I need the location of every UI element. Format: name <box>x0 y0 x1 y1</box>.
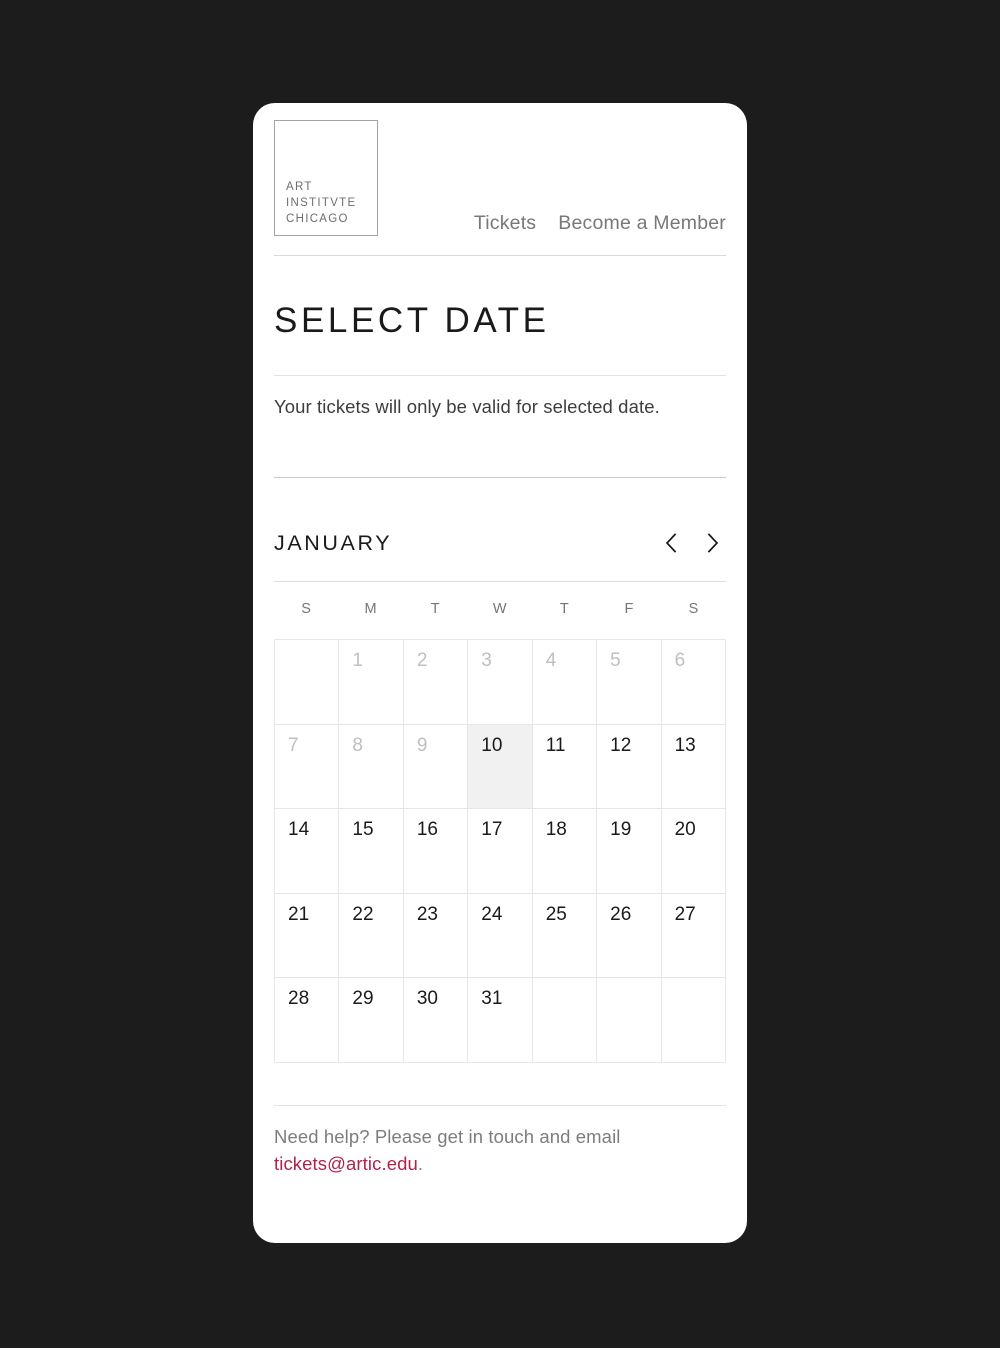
site-header: ART INSTITVTE CHICAGO Tickets Become a M… <box>274 120 726 260</box>
calendar-day-6: 6 <box>661 640 726 725</box>
ticketing-card: ART INSTITVTE CHICAGO Tickets Become a M… <box>253 103 747 1243</box>
calendar-day-2: 2 <box>403 640 469 725</box>
intro-divider <box>274 477 726 478</box>
header-divider <box>274 255 726 256</box>
footer-divider <box>274 1105 726 1106</box>
logo-wordmark: ART INSTITVTE CHICAGO <box>286 181 357 225</box>
calendar-day-20[interactable]: 20 <box>661 809 726 894</box>
calendar-day-26[interactable]: 26 <box>597 893 662 978</box>
calendar-day-28[interactable]: 28 <box>275 978 340 1063</box>
calendar-day-7: 7 <box>275 724 340 809</box>
calendar-weekday-6: S <box>688 601 699 617</box>
calendar-day-29[interactable]: 29 <box>339 978 404 1063</box>
calendar-divider <box>274 581 726 582</box>
calendar-day-24[interactable]: 24 <box>468 893 533 978</box>
calendar-day-22[interactable]: 22 <box>339 893 404 978</box>
title-divider <box>274 375 726 376</box>
art-institute-logo[interactable]: ART INSTITVTE CHICAGO <box>274 120 378 236</box>
calendar-day-30[interactable]: 30 <box>403 978 469 1063</box>
calendar-weekday-header: SMTWTFS <box>274 601 726 617</box>
help-footer: Need help? Please get in touch and email… <box>274 1123 726 1177</box>
calendar-weekday-0: S <box>301 601 312 617</box>
calendar-day-31[interactable]: 31 <box>468 978 533 1063</box>
calendar-cell-empty <box>597 978 662 1063</box>
calendar-day-5: 5 <box>597 640 662 725</box>
footer-period: . <box>417 1153 424 1174</box>
calendar-day-12[interactable]: 12 <box>597 724 662 809</box>
calendar-day-23[interactable]: 23 <box>403 893 469 978</box>
calendar-day-25[interactable]: 25 <box>532 893 598 978</box>
calendar-cell-empty <box>661 978 726 1063</box>
page-title: SELECT DATE <box>274 301 550 340</box>
calendar-day-11[interactable]: 11 <box>532 724 598 809</box>
calendar-day-21[interactable]: 21 <box>275 893 340 978</box>
calendar-weekday-3: W <box>492 601 508 617</box>
calendar-day-19[interactable]: 19 <box>597 809 662 894</box>
calendar-weekday-1: M <box>364 601 378 617</box>
calendar-weekday-4: T <box>559 601 570 617</box>
calendar-nav <box>658 528 726 558</box>
calendar-day-3: 3 <box>468 640 533 725</box>
calendar-cell-empty <box>532 978 598 1063</box>
calendar-day-1: 1 <box>339 640 404 725</box>
intro-text: Your tickets will only be valid for sele… <box>274 396 660 417</box>
header-nav: Tickets Become a Member <box>474 212 726 235</box>
nav-link-become-a-member[interactable]: Become a Member <box>558 212 726 235</box>
calendar-month-label: JANUARY <box>274 530 393 555</box>
chevron-right-icon[interactable] <box>700 528 726 558</box>
calendar-day-9: 9 <box>403 724 469 809</box>
help-text: Need help? Please get in touch and email <box>274 1126 621 1147</box>
calendar-day-27[interactable]: 27 <box>661 893 726 978</box>
calendar-cell-empty <box>275 640 340 725</box>
calendar-weekday-2: T <box>430 601 441 617</box>
calendar-month-bar: JANUARY <box>274 523 726 563</box>
nav-link-tickets[interactable]: Tickets <box>474 212 536 235</box>
calendar-day-8: 8 <box>339 724 404 809</box>
calendar-day-4: 4 <box>532 640 598 725</box>
calendar-day-14[interactable]: 14 <box>275 809 340 894</box>
calendar-day-15[interactable]: 15 <box>339 809 404 894</box>
calendar-day-17[interactable]: 17 <box>468 809 533 894</box>
calendar-day-13[interactable]: 13 <box>661 724 726 809</box>
chevron-left-icon[interactable] <box>658 528 684 558</box>
calendar-day-16[interactable]: 16 <box>403 809 469 894</box>
calendar-day-18[interactable]: 18 <box>532 809 598 894</box>
calendar-day-10[interactable]: 10 <box>468 724 533 809</box>
calendar-grid: 1 2 3 4 5 6 7 8 9 10 11 12 13 14 15 16 17 18 19 20 21 22 23 24 2… <box>274 639 726 1063</box>
page-background: ART INSTITVTE CHICAGO Tickets Become a M… <box>0 0 1000 1348</box>
calendar-weekday-5: F <box>624 601 634 617</box>
support-email-link[interactable]: tickets@artic.edu <box>274 1153 418 1174</box>
